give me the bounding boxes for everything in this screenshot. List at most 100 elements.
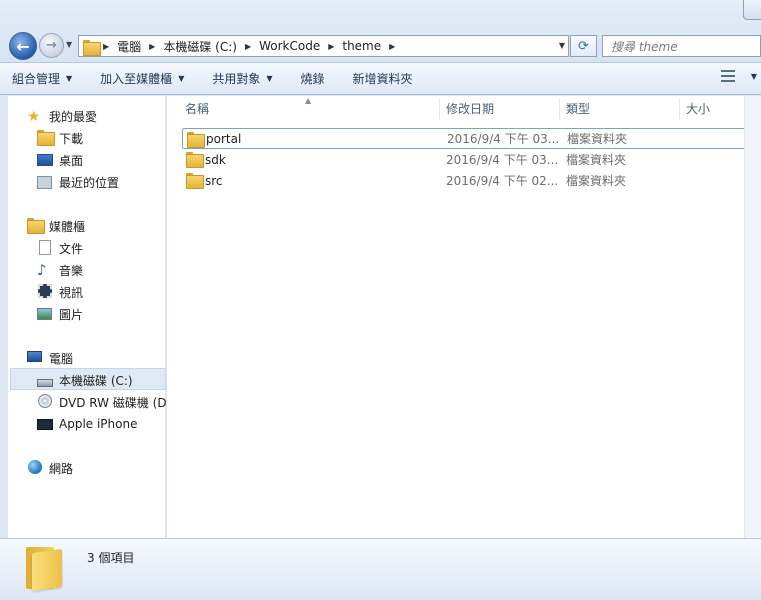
chevron-right-icon[interactable]: ▶ [328,42,334,51]
network-globe-icon [27,460,43,476]
share-with-button[interactable]: 共用對象 ▼ [205,67,279,91]
nav-libraries-label: 媒體櫃 [49,219,86,234]
organize-button[interactable]: 組合管理 ▼ [5,67,79,91]
nav-local-disk-label: 本機磁碟 (C:) [59,373,133,388]
refresh-button[interactable]: ⟳ [570,35,597,57]
vertical-scrollbar[interactable] [744,96,761,538]
nav-computer-label: 電腦 [49,351,74,366]
column-modified-label: 修改日期 [446,102,495,116]
nav-libraries[interactable]: 媒體櫃 [27,216,85,236]
view-options-icon[interactable] [720,70,735,82]
nav-network[interactable]: 網路 [27,458,73,478]
organize-label: 組合管理 [12,72,61,86]
nav-network-label: 網路 [49,461,74,476]
column-name-label: 名稱 [185,102,210,116]
details-pane: 3 個項目 [0,538,761,600]
library-icon [27,218,45,234]
nav-dvd-drive[interactable]: DVD RW 磁碟機 (D: [37,392,171,412]
column-header-name[interactable]: 名稱 [179,96,439,121]
nav-local-disk[interactable]: 本機磁碟 (C:) [37,370,133,390]
computer-icon [27,350,43,366]
nav-pictures-label: 圖片 [59,307,84,322]
history-dropdown-icon[interactable]: ▼ [66,40,76,52]
nav-computer[interactable]: 電腦 [27,348,73,368]
back-button[interactable]: ← [9,32,37,60]
file-type: 檔案資料夾 [567,132,628,146]
chevron-down-icon[interactable]: ▼ [751,72,757,81]
folder-icon [186,173,204,189]
forward-button[interactable]: → [39,33,64,58]
chevron-down-icon: ▼ [266,74,273,83]
column-header-modified[interactable]: 修改日期 [440,96,560,121]
nav-pictures[interactable]: 圖片 [37,304,83,324]
recent-places-icon [37,174,53,190]
nav-favorites-label: 我的最愛 [49,109,98,124]
desktop-icon [37,152,53,168]
nav-desktop[interactable]: 桌面 [37,150,83,170]
nav-music[interactable]: ♪ 音樂 [37,260,83,280]
file-name: sdk [205,152,226,167]
document-icon [37,240,53,256]
file-row[interactable]: portal 2016/9/4 下午 03... 檔案資料夾 [182,128,756,149]
include-in-library-label: 加入至媒體櫃 [100,72,173,86]
command-bar: 組合管理 ▼ 加入至媒體櫃 ▼ 共用對象 ▼ 燒錄 新增資料夾 ▼ [0,63,761,95]
column-header-type[interactable]: 類型 [560,96,680,121]
navigation-pane: ★ 我的最愛 下載 桌面 最近的位置 媒體櫃 文件 ♪ 音樂 視訊 圖片 電腦 … [8,96,171,538]
chevron-right-icon[interactable]: ▶ [103,42,109,51]
nav-downloads-label: 下載 [59,131,84,146]
file-modified: 2016/9/4 下午 03... [447,132,560,146]
nav-videos-label: 視訊 [59,285,84,300]
nav-music-label: 音樂 [59,263,84,278]
file-name: src [205,173,223,188]
breadcrumb-theme[interactable]: theme [342,39,381,53]
chevron-down-icon: ▼ [178,74,185,83]
file-type: 檔案資料夾 [566,153,627,167]
new-folder-button[interactable]: 新增資料夾 [346,67,420,91]
file-name: portal [206,131,242,146]
burn-button[interactable]: 燒錄 [294,67,332,91]
address-row: ← → ▼ ▶ 電腦 ▶ 本機磁碟 (C:) ▶ WorkCode ▶ them… [0,0,761,63]
file-modified: 2016/9/4 下午 02... [446,174,559,188]
item-count: 3 個項目 [87,551,135,565]
forward-arrow-icon: → [46,38,57,53]
music-note-icon: ♪ [37,261,47,279]
downloads-folder-icon [37,130,55,146]
nav-downloads[interactable]: 下載 [37,128,83,148]
burn-label: 燒錄 [300,72,325,86]
nav-favorites[interactable]: ★ 我的最愛 [27,106,97,126]
folder-icon [187,132,205,148]
search-placeholder: 搜尋 theme [611,39,678,54]
nav-videos[interactable]: 視訊 [37,282,83,302]
window-control-stub[interactable] [743,0,761,20]
file-row[interactable]: src 2016/9/4 下午 02... 檔案資料夾 [182,170,756,191]
chevron-right-icon[interactable]: ▶ [389,42,395,51]
include-in-library-button[interactable]: 加入至媒體櫃 ▼ [93,67,191,91]
file-row[interactable]: sdk 2016/9/4 下午 03... 檔案資料夾 [182,149,756,170]
phone-icon [37,416,53,432]
chevron-right-icon[interactable]: ▶ [245,42,251,51]
nav-iphone[interactable]: Apple iPhone [37,414,137,434]
picture-icon [37,306,53,322]
nav-dvd-label: DVD RW 磁碟機 (D: [59,395,171,410]
star-icon: ★ [27,107,41,125]
nav-recent[interactable]: 最近的位置 [37,172,119,192]
file-type: 檔案資料夾 [566,174,627,188]
nav-documents-label: 文件 [59,241,84,256]
breadcrumb-local-disk[interactable]: 本機磁碟 (C:) [163,38,237,55]
chevron-right-icon[interactable]: ▶ [149,42,155,51]
new-folder-label: 新增資料夾 [352,72,413,86]
column-headers: ▲ 名稱 修改日期 類型 大小 [167,96,761,121]
film-icon [37,284,53,300]
file-list-pane: ▲ 名稱 修改日期 類型 大小 portal 2016/9/4 下午 03...… [167,96,761,538]
large-folder-icon [26,547,66,592]
address-bar[interactable]: ▶ 電腦 ▶ 本機磁碟 (C:) ▶ WorkCode ▶ theme ▶ ▼ [78,35,569,57]
column-header-size[interactable]: 大小 [680,96,744,121]
search-input[interactable]: 搜尋 theme [602,35,761,57]
hard-drive-icon [37,372,53,388]
breadcrumb-computer[interactable]: 電腦 [117,38,141,55]
breadcrumb-workcode[interactable]: WorkCode [259,39,320,53]
share-with-label: 共用對象 [212,72,261,86]
nav-documents[interactable]: 文件 [37,238,83,258]
address-dropdown-icon[interactable]: ▼ [559,41,565,50]
dvd-disc-icon [37,394,53,410]
